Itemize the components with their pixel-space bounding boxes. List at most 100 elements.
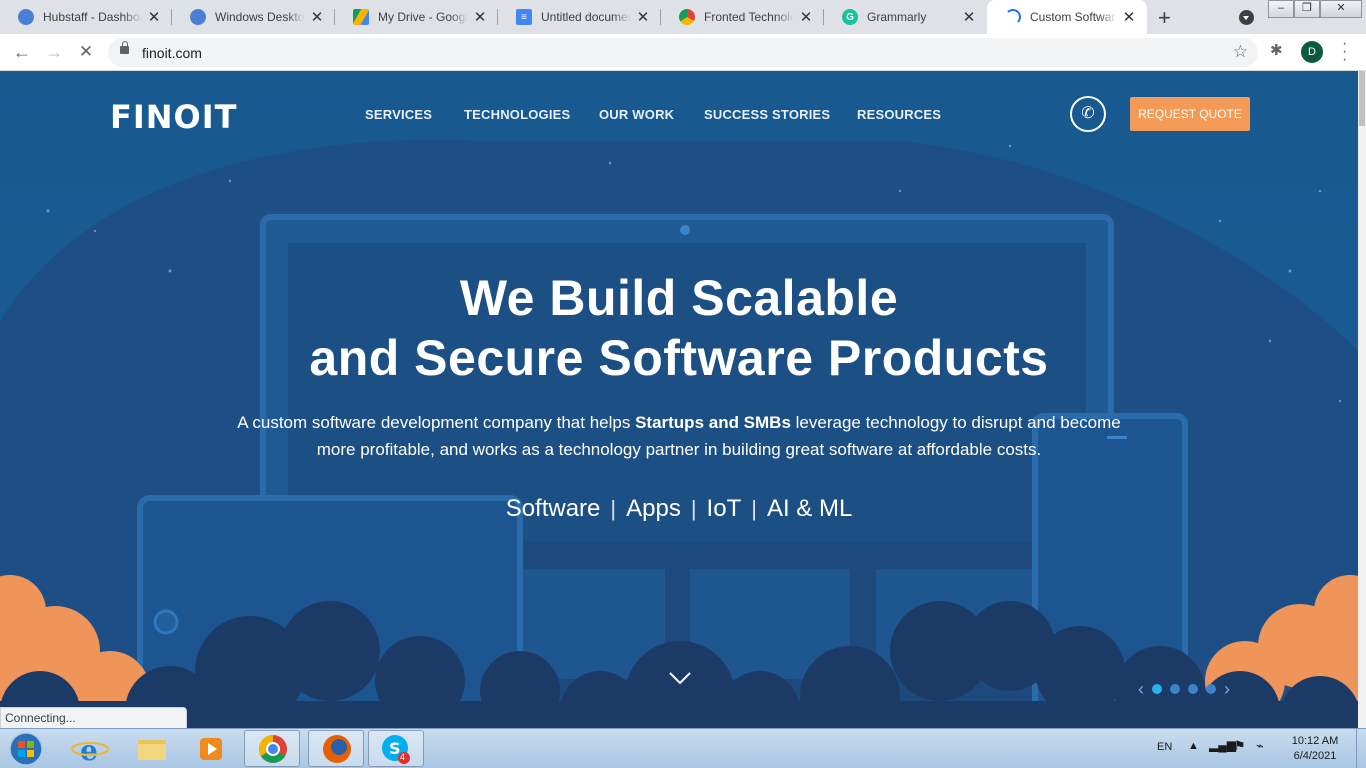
clock-time: 10:12 AM: [1291, 735, 1339, 747]
chrome-menu-icon[interactable]: · · ·: [1342, 36, 1347, 68]
tab-untitled-document[interactable]: ≡ Untitled document ✕: [498, 0, 661, 34]
close-tab-icon[interactable]: ✕: [1121, 8, 1137, 26]
sub-bold: Startups and SMBs: [635, 413, 791, 432]
tab-title: Hubstaff - Dashboard: [43, 10, 142, 24]
tag-software: Software: [505, 495, 601, 522]
sub-text: leverage technology to disrupt and becom…: [790, 413, 1121, 432]
carousel-dot-2[interactable]: [1170, 684, 1180, 694]
show-hidden-icons[interactable]: ▲: [1188, 740, 1199, 752]
skype-icon[interactable]: S 4: [368, 730, 424, 767]
hero-subtitle-line1: A custom software development company th…: [0, 413, 1358, 433]
sub-text: A custom software development company th…: [237, 413, 636, 432]
nav-services[interactable]: SERVICES: [365, 107, 432, 122]
action-center-flag-icon[interactable]: ⚑: [1234, 738, 1246, 754]
status-bubble: Connecting...: [0, 707, 187, 729]
close-tab-icon[interactable]: ✕: [472, 8, 488, 26]
show-desktop-button[interactable]: [1356, 729, 1366, 768]
internet-explorer-icon[interactable]: e: [62, 730, 118, 767]
phone-icon[interactable]: ✆: [1070, 96, 1106, 132]
address-bar[interactable]: finoit.com ☆: [108, 38, 1258, 67]
start-button[interactable]: [3, 731, 49, 767]
scrollbar-thumb[interactable]: [1359, 71, 1365, 126]
request-quote-button[interactable]: REQUEST QUOTE: [1130, 97, 1250, 131]
finoit-logo[interactable]: FINOIT: [110, 98, 237, 136]
carousel-controls: ‹ ›: [1138, 679, 1230, 700]
close-tab-icon[interactable]: ✕: [635, 8, 651, 26]
scroll-down-chevron-icon[interactable]: [668, 671, 692, 685]
close-tab-icon[interactable]: ✕: [961, 8, 977, 26]
power-icon[interactable]: ⌁: [1256, 738, 1264, 754]
close-tab-icon[interactable]: ✕: [309, 8, 325, 26]
new-tab-button[interactable]: +: [1158, 5, 1171, 31]
clock-date: 6/4/2021: [1293, 750, 1337, 762]
tab-custom-software[interactable]: Custom Software Development ✕: [987, 0, 1147, 34]
minimize-button[interactable]: –: [1268, 0, 1294, 18]
carousel-next-icon[interactable]: ›: [1224, 679, 1230, 700]
tab-title: Windows Desktop: [215, 10, 305, 24]
nav-our-work[interactable]: OUR WORK: [599, 107, 674, 122]
tab-google-drive[interactable]: My Drive - Google Drive ✕: [335, 0, 498, 34]
nav-resources[interactable]: RESOURCES: [857, 107, 941, 122]
restore-button[interactable]: ❐: [1294, 0, 1320, 18]
system-clock[interactable]: 10:12 AM 6/4/2021: [1280, 734, 1350, 764]
chrome-taskbar-icon[interactable]: [244, 730, 300, 767]
google-docs-icon: ≡: [516, 9, 532, 25]
hero-background: [0, 71, 1358, 728]
carousel-dot-4[interactable]: [1206, 684, 1216, 694]
carousel-dot-1[interactable]: [1152, 684, 1162, 694]
chrome-icon: [679, 9, 695, 25]
carousel-prev-icon[interactable]: ‹: [1138, 679, 1144, 700]
divider: |: [690, 496, 697, 521]
tag-iot: IoT: [706, 495, 742, 522]
firefox-icon[interactable]: [308, 730, 364, 767]
service-tags: Software | Apps | IoT | AI & ML: [0, 495, 1358, 523]
tab-windows-desktop[interactable]: Windows Desktop ✕: [172, 0, 335, 34]
skype-badge: 4: [400, 752, 406, 762]
hero-headline-line1: We Build Scalable: [459, 270, 899, 326]
extensions-puzzle-icon[interactable]: ✱: [1270, 41, 1283, 59]
tab-hubstaff-dashboard[interactable]: Hubstaff - Dashboard ✕: [0, 0, 172, 34]
language-indicator[interactable]: EN: [1157, 741, 1172, 753]
hubstaff-icon: [18, 9, 34, 25]
grammarly-icon: G: [842, 9, 858, 25]
tab-grammarly[interactable]: G Grammarly ✕: [824, 0, 987, 34]
tab-title: Untitled document: [541, 10, 631, 24]
google-drive-icon: [353, 9, 369, 25]
nav-technologies[interactable]: TECHNOLOGIES: [464, 107, 570, 122]
divider: |: [751, 496, 757, 521]
tag-apps: Apps: [626, 495, 681, 522]
close-window-button[interactable]: ✕: [1320, 0, 1362, 18]
carousel-dot-3[interactable]: [1188, 684, 1198, 694]
file-explorer-icon[interactable]: [124, 730, 180, 767]
bookmark-star-icon[interactable]: ☆: [1233, 42, 1248, 62]
loading-spinner-icon: [1005, 9, 1021, 25]
tab-strip: Hubstaff - Dashboard ✕ Windows Desktop ✕…: [0, 0, 1366, 34]
tag-ai-ml: AI & ML: [766, 495, 853, 522]
forward-button[interactable]: →: [42, 41, 66, 65]
back-button[interactable]: ←: [10, 41, 34, 65]
nav-success-stories[interactable]: SUCCESS STORIES: [704, 107, 830, 122]
network-signal-icon[interactable]: ▂▄▆: [1209, 738, 1236, 752]
windows-taskbar: e S 4 EN ▲ ▂▄▆ ⚑ ⌁ 10:12 AM 6/4/2021: [0, 728, 1366, 768]
close-tab-icon[interactable]: ✕: [798, 8, 814, 26]
divider: |: [610, 496, 617, 521]
hero-headline-line2: and Secure Software Products: [309, 330, 1049, 386]
stop-loading-button[interactable]: ✕: [74, 41, 98, 65]
url-text[interactable]: finoit.com: [142, 45, 202, 61]
tab-title: My Drive - Google Drive: [378, 10, 468, 24]
profile-avatar[interactable]: D: [1301, 41, 1323, 63]
tab-title: Fronted Technologies: [704, 10, 794, 24]
browser-toolbar: ← → ✕ finoit.com ☆: [0, 34, 1366, 71]
tab-search-icon[interactable]: [1239, 10, 1254, 25]
lock-icon[interactable]: [120, 41, 129, 54]
tab-title: Custom Software Development: [1030, 10, 1117, 24]
tab-fronted-technologies[interactable]: Fronted Technologies ✕: [661, 0, 824, 34]
hero-section: FINOIT SERVICES TECHNOLOGIES OUR WORK SU…: [0, 71, 1358, 728]
svg-text:e: e: [80, 734, 98, 767]
hero-subtitle-line2: more profitable, and works as a technolo…: [316, 440, 1042, 459]
tab-title: Grammarly: [867, 10, 927, 24]
page-scrollbar[interactable]: [1358, 71, 1366, 728]
close-tab-icon[interactable]: ✕: [146, 8, 162, 26]
media-player-icon[interactable]: [184, 730, 240, 767]
hubstaff-icon: [190, 9, 206, 25]
